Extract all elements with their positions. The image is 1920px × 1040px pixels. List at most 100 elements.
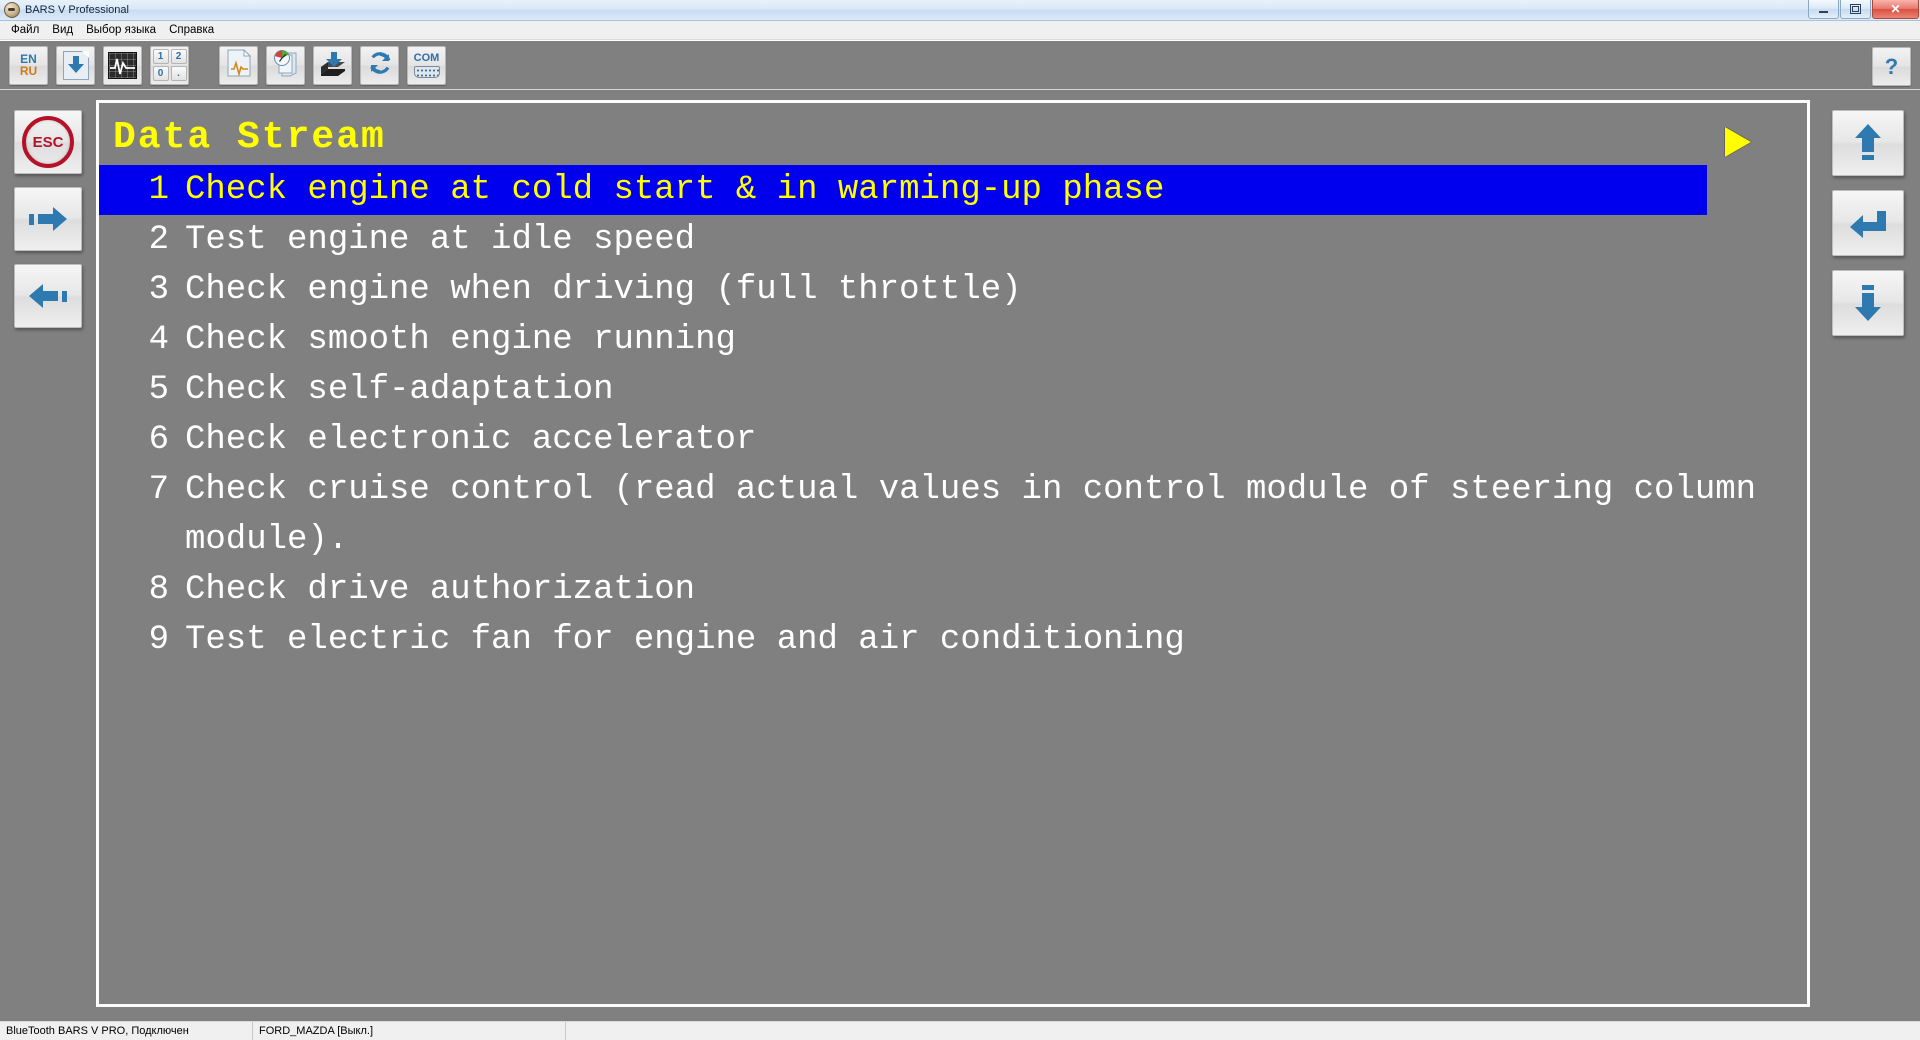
list-item[interactable]: 1 Check engine at cold start & in warmin… — [99, 164, 1707, 215]
esc-button[interactable]: ESC — [14, 110, 82, 174]
device-download-icon-svg — [320, 51, 345, 76]
list-item-number: 6 — [148, 420, 169, 459]
restore-button[interactable] — [1840, 0, 1871, 19]
data-stream-screen: Data Stream 1 Check engine at cold start… — [99, 103, 1807, 1004]
enter-button[interactable] — [1832, 190, 1904, 256]
status-connection: BlueTooth BARS V PRO, Подключен — [0, 1022, 253, 1040]
download-firmware-button[interactable] — [313, 45, 352, 85]
com-port-icon: COM — [413, 51, 440, 78]
com-port-button[interactable]: COM — [407, 45, 446, 85]
app-icon — [4, 2, 20, 18]
list-item-label: Check engine at cold start & in warming-… — [185, 170, 1165, 209]
question-mark-icon: ? — [1884, 53, 1899, 79]
list-item-label: Test engine at idle speed — [185, 220, 696, 259]
refresh-icon — [366, 49, 394, 82]
language-toggle-button[interactable]: EN RU — [9, 45, 48, 85]
list-item[interactable]: 6 Check electronic accelerator — [99, 415, 1807, 465]
list-item-number: 3 — [148, 270, 169, 309]
report-document-icon — [226, 48, 252, 82]
numpad-key-dot: . — [170, 66, 187, 81]
arrow-down-icon — [67, 55, 84, 73]
numpad-key-0: 0 — [152, 66, 169, 81]
minimize-icon — [1819, 11, 1828, 13]
close-icon: ✕ — [1890, 2, 1901, 16]
device-download-icon — [319, 50, 347, 81]
menu-file[interactable]: Файл — [6, 23, 47, 38]
list-item-number: 2 — [148, 220, 169, 259]
right-sidebar — [1816, 90, 1920, 1021]
enter-arrow-icon — [1850, 211, 1886, 238]
menu-language[interactable]: Выбор языка — [81, 23, 164, 38]
save-document-button[interactable] — [56, 45, 95, 85]
scroll-down-button[interactable] — [1832, 270, 1904, 336]
list-item-label: Test electric fan for engine and air con… — [185, 620, 1185, 659]
data-stream-list: 1 Check engine at cold start & in warmin… — [99, 164, 1807, 665]
list-item-label: Check cruise control (read actual values… — [185, 470, 1777, 559]
restore-icon — [1850, 4, 1861, 14]
refresh-button[interactable] — [360, 45, 399, 85]
left-sidebar: ESC — [0, 90, 96, 1021]
list-item[interactable]: 8 Check drive authorization — [99, 565, 1807, 615]
document-download-icon — [62, 50, 89, 80]
menu-help[interactable]: Справка — [164, 23, 222, 38]
list-item[interactable]: 3 Check engine when driving (full thrott… — [99, 265, 1807, 315]
close-button[interactable]: ✕ — [1872, 0, 1919, 19]
numpad-key-2: 2 — [170, 49, 187, 64]
report-button[interactable] — [219, 45, 258, 85]
window-title: BARS V Professional — [25, 4, 129, 16]
status-bar: BlueTooth BARS V PRO, Подключен FORD_MAZ… — [0, 1021, 1920, 1040]
arrow-down-icon — [1855, 285, 1881, 321]
arrow-up-icon — [1855, 124, 1881, 160]
help-button[interactable]: ? — [1872, 47, 1911, 86]
history-button[interactable] — [266, 45, 305, 85]
waveform-icon — [108, 51, 137, 79]
menu-view[interactable]: Вид — [47, 23, 81, 38]
refresh-icon-svg — [368, 51, 391, 74]
list-item-label: Check drive authorization — [185, 570, 696, 609]
list-item[interactable]: 4 Check smooth engine running — [99, 315, 1807, 365]
tab-forward-button[interactable] — [14, 187, 82, 251]
main-body: ESC Data Stream 1 Check engine at cold s… — [0, 89, 1920, 1021]
status-extra — [566, 1022, 1920, 1040]
numeric-keypad-button[interactable]: 1 2 0 . — [150, 45, 189, 85]
arrow-left-icon — [29, 284, 67, 308]
numpad-key-1: 1 — [152, 49, 169, 64]
oscilloscope-button[interactable] — [103, 45, 142, 85]
numpad-icon: 1 2 0 . — [152, 49, 187, 81]
window-controls: ✕ — [1807, 0, 1919, 19]
en-ru-icon: EN RU — [20, 53, 37, 77]
data-stream-panel: Data Stream 1 Check engine at cold start… — [96, 100, 1810, 1007]
list-item-number: 4 — [148, 320, 169, 359]
clock-pages-icon — [272, 49, 300, 82]
list-item[interactable]: 7 Check cruise control (read actual valu… — [99, 465, 1807, 565]
report-icon-svg — [227, 48, 251, 77]
list-item-number: 8 — [148, 570, 169, 609]
list-item-label: Check electronic accelerator — [185, 420, 757, 459]
list-item-number: 5 — [148, 370, 169, 409]
menu-bar: Файл Вид Выбор языка Справка — [0, 21, 1920, 40]
esc-icon: ESC — [22, 116, 74, 168]
db9-connector-icon — [413, 65, 440, 78]
com-label: COM — [413, 51, 440, 64]
play-triangle-icon — [1725, 127, 1751, 157]
toolbar: EN RU 1 2 0 . COM ? — [0, 40, 1920, 89]
application-window: BARS V Professional ✕ Файл Вид Выбор язы… — [0, 0, 1920, 1040]
arrow-right-icon — [29, 207, 67, 231]
list-item[interactable]: 9 Test electric fan for engine and air c… — [99, 615, 1807, 665]
list-item-label: Check smooth engine running — [185, 320, 736, 359]
waveform-path-icon — [110, 58, 135, 74]
list-item-label: Check self-adaptation — [185, 370, 614, 409]
list-item[interactable]: 5 Check self-adaptation — [99, 365, 1807, 415]
list-item-label: Check engine when driving (full throttle… — [185, 270, 1022, 309]
language-bottom-label: RU — [19, 64, 38, 78]
scroll-up-button[interactable] — [1832, 110, 1904, 176]
clock-pages-icon-svg — [273, 49, 296, 76]
list-item-number: 7 — [148, 470, 169, 509]
title-bar: BARS V Professional ✕ — [0, 0, 1920, 21]
list-item-number: 1 — [148, 170, 169, 209]
minimize-button[interactable] — [1808, 0, 1839, 19]
list-item[interactable]: 2 Test engine at idle speed — [99, 215, 1807, 265]
page-title: Data Stream — [113, 116, 386, 159]
list-item-number: 9 — [148, 620, 169, 659]
tab-back-button[interactable] — [14, 264, 82, 328]
